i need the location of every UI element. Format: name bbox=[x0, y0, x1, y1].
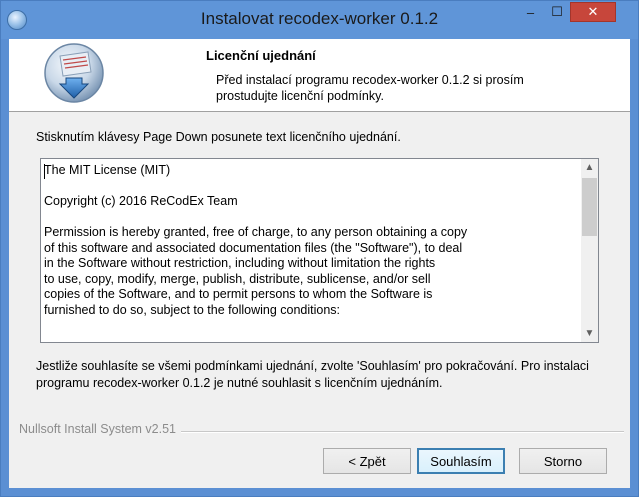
close-button[interactable]: ✕ bbox=[570, 2, 616, 22]
installer-window: Instalovat recodex-worker 0.1.2 – ☐ ✕ Li… bbox=[0, 0, 639, 497]
license-line bbox=[44, 179, 574, 195]
license-line: Permission is hereby granted, free of ch… bbox=[44, 225, 468, 239]
agree-button[interactable]: Souhlasím bbox=[417, 448, 505, 474]
scroll-instruction: Stisknutím klávesy Page Down posunete te… bbox=[36, 130, 401, 144]
title-bar[interactable]: Instalovat recodex-worker 0.1.2 – ☐ ✕ bbox=[1, 1, 638, 39]
license-text: The MIT License (MIT) Copyright (c) 2016… bbox=[44, 163, 574, 318]
scroll-thumb[interactable] bbox=[582, 178, 597, 236]
license-line bbox=[44, 210, 574, 226]
license-line: copies of the Software, and to permit pe… bbox=[44, 287, 433, 301]
dialog-body: Licenční ujednání Před instalací program… bbox=[9, 39, 630, 488]
maximize-button[interactable]: ☐ bbox=[544, 2, 570, 22]
license-line: in the Software without restriction, inc… bbox=[44, 256, 436, 270]
license-line: of this software and associated document… bbox=[44, 240, 463, 255]
installer-logo-icon bbox=[44, 43, 104, 103]
chevron-down-icon[interactable]: ▼ bbox=[581, 325, 598, 342]
license-scrollbar[interactable]: ▲ ▼ bbox=[581, 159, 598, 342]
license-line: furnished to do so, subject to the follo… bbox=[44, 302, 341, 317]
license-line: to use, copy, modify, merge, publish, di… bbox=[44, 271, 431, 286]
cancel-button[interactable]: Storno bbox=[519, 448, 607, 474]
header-panel: Licenční ujednání Před instalací program… bbox=[9, 39, 630, 112]
page-title: Licenční ujednání bbox=[206, 48, 316, 63]
page-subtitle: Před instalací programu recodex-worker 0… bbox=[216, 73, 524, 103]
license-line: Copyright (c) 2016 ReCodEx Team bbox=[44, 194, 238, 208]
back-button[interactable]: < Zpět bbox=[323, 448, 411, 474]
text-caret bbox=[44, 164, 45, 179]
minimize-button[interactable]: – bbox=[517, 2, 544, 22]
chevron-up-icon[interactable]: ▲ bbox=[581, 159, 598, 176]
license-textbox[interactable]: The MIT License (MIT) Copyright (c) 2016… bbox=[40, 158, 599, 343]
license-line: The MIT License (MIT) bbox=[44, 163, 171, 177]
agreement-instruction: Jestliže souhlasíte se všemi podmínkami … bbox=[36, 359, 589, 390]
branding-label: Nullsoft Install System v2.51 bbox=[19, 422, 182, 436]
